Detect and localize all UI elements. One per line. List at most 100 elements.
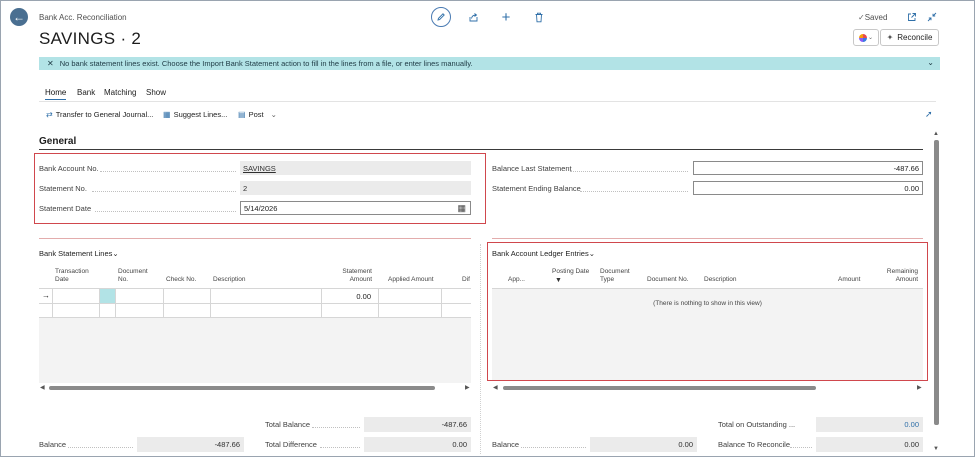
table-row[interactable]: → 0.00 [39, 288, 471, 303]
total-balance-label: Total Balance [265, 420, 311, 429]
transfer-icon: ⇄ [46, 110, 53, 119]
filter-icon[interactable]: ▼ [555, 277, 562, 284]
chevron-down-icon: ⌄ [867, 35, 874, 41]
chevron-down-icon[interactable]: ⌄ [271, 110, 277, 119]
share-icon [469, 12, 477, 21]
column-header-document-type[interactable]: Document Type [600, 268, 636, 284]
horizontal-scrollbar[interactable] [503, 386, 816, 390]
column-header-check-no[interactable]: Check No. [166, 276, 196, 284]
statement-no-field: 2 [240, 181, 471, 195]
statement-ending-balance-field[interactable]: 0.00 [693, 181, 923, 195]
table-row[interactable] [39, 303, 471, 318]
row-arrow-icon: → [42, 291, 50, 300]
tab-bank[interactable]: Bank [77, 88, 95, 97]
bank-account-no-field[interactable]: SAVINGS [240, 161, 471, 175]
total-difference-label: Total Difference [265, 440, 317, 449]
tab-matching[interactable]: Matching [104, 88, 136, 97]
scroll-left-icon[interactable]: ◀ [40, 384, 45, 391]
scroll-down-icon[interactable]: ▼ [933, 446, 939, 452]
balance-last-statement-field[interactable]: -487.66 [693, 161, 923, 175]
right-balance-label: Balance [492, 440, 520, 449]
total-balance-value: -487.66 [364, 417, 471, 432]
bank-statement-lines-label: Bank Statement Lines [39, 249, 113, 258]
column-header-applied[interactable]: App... [508, 276, 525, 284]
suggest-icon: ▦ [163, 110, 171, 119]
column-header-remaining-amount[interactable]: Remaining Amount [880, 268, 918, 284]
vertical-scrollbar[interactable] [934, 140, 939, 425]
tab-show[interactable]: Show [146, 88, 166, 97]
page-type-label: Bank Acc. Reconciliation [39, 13, 127, 22]
new-button[interactable]: + [497, 8, 515, 26]
open-new-window-button[interactable] [903, 8, 921, 26]
ledger-entries-label: Bank Account Ledger Entries [492, 249, 589, 258]
selected-cell[interactable] [100, 289, 116, 303]
cell-border [321, 288, 322, 318]
share-button[interactable] [464, 8, 482, 26]
outstanding-label: Total on Outstanding ... [718, 420, 796, 429]
statement-date-value: 5/14/2026 [244, 204, 278, 213]
dots-leader [790, 447, 812, 448]
divider [492, 238, 923, 239]
divider [39, 238, 471, 239]
chevron-down-icon: ⌄ [112, 249, 119, 258]
column-header-description[interactable]: Description [704, 276, 737, 284]
notification-text: No bank statement lines exist. Choose th… [59, 59, 473, 68]
horizontal-scrollbar[interactable] [49, 386, 435, 390]
close-icon[interactable]: ✕ [47, 59, 54, 68]
total-difference-value: 0.00 [364, 437, 471, 452]
pencil-icon [437, 13, 445, 21]
delete-button[interactable] [530, 8, 548, 26]
back-button[interactable]: ← [10, 8, 28, 26]
column-header-amount[interactable]: Amount [838, 276, 860, 284]
transfer-to-journal-action[interactable]: ⇄ Transfer to General Journal... [46, 110, 153, 119]
notification-bar: ✕ No bank statement lines exist. Choose … [39, 57, 940, 70]
copilot-button[interactable]: ⌄ [853, 29, 879, 46]
balance-label: Balance [39, 440, 67, 449]
column-header-statement-amount[interactable]: Statement Amount [330, 268, 372, 284]
statement-amount-cell[interactable]: 0.00 [322, 292, 371, 301]
column-header-description[interactable]: Description [213, 276, 246, 284]
pin-icon[interactable]: ➚ [925, 109, 933, 120]
saved-status-label: Saved [864, 13, 888, 22]
scroll-left-icon[interactable]: ◀ [493, 384, 498, 391]
calendar-icon[interactable]: ▦ [457, 203, 466, 214]
reconcile-label: Reconcile [897, 33, 933, 42]
edit-button[interactable] [431, 7, 451, 27]
reconcile-button[interactable]: ✦ Reconcile [880, 29, 939, 46]
dots-leader [580, 191, 688, 192]
scroll-up-icon[interactable]: ▲ [933, 131, 939, 137]
post-label: Post [248, 110, 264, 119]
column-header-document-no[interactable]: Document No. [118, 268, 158, 284]
statement-date-field[interactable]: 5/14/2026 ▦ [240, 201, 471, 215]
balance-value: -487.66 [137, 437, 244, 452]
column-header-posting-date[interactable]: Posting Date [552, 268, 589, 276]
outstanding-value[interactable]: 0.00 [816, 417, 923, 432]
cell-border [99, 288, 100, 318]
dots-leader [570, 171, 688, 172]
chevron-down-icon: ⌄ [588, 249, 596, 258]
scroll-right-icon[interactable]: ▶ [917, 384, 922, 391]
cell-border [210, 288, 211, 318]
statement-date-label: Statement Date [39, 204, 92, 213]
post-action[interactable]: ▤ Post ⌄ [238, 110, 277, 119]
column-header-transaction-date[interactable]: Transaction Date [55, 268, 100, 284]
cell-border [163, 288, 164, 318]
column-header-difference[interactable]: Dif [462, 276, 470, 284]
bank-statement-lines-title[interactable]: Bank Statement Lines⌄ [39, 249, 119, 258]
cell-border [115, 288, 116, 318]
post-icon: ▤ [238, 110, 246, 119]
column-header-applied-amount[interactable]: Applied Amount [388, 276, 434, 284]
scroll-right-icon[interactable]: ▶ [465, 384, 470, 391]
column-header-document-no[interactable]: Document No. [647, 276, 689, 284]
magic-wand-icon: ✦ [886, 33, 894, 42]
transfer-label: Transfer to General Journal... [55, 110, 154, 119]
tab-home[interactable]: Home [45, 88, 67, 100]
suggest-lines-action[interactable]: ▦ Suggest Lines... [163, 110, 227, 119]
balance-to-reconcile-value: 0.00 [816, 437, 923, 452]
saved-status: ✓Saved [858, 13, 887, 22]
cell-border [441, 288, 442, 318]
ledger-entries-title[interactable]: Bank Account Ledger Entries⌄ [492, 249, 595, 258]
statement-no-label: Statement No. [39, 184, 87, 193]
collapse-button[interactable] [923, 8, 941, 26]
chevron-down-icon[interactable]: ⌄ [927, 58, 934, 67]
